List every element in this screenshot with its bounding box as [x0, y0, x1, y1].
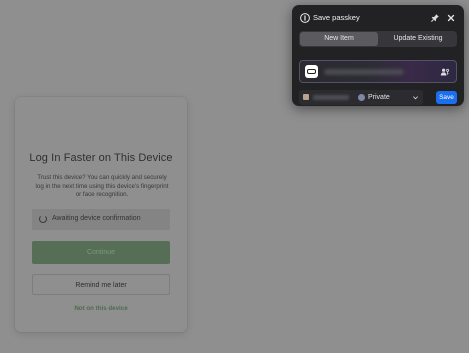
popup-title: Save passkey [313, 13, 360, 22]
passkey-item-row[interactable] [299, 60, 457, 83]
tab-new-item[interactable]: New Item [300, 32, 378, 46]
tab-update-existing[interactable]: Update Existing [379, 31, 457, 47]
vault-select[interactable]: Private [299, 90, 423, 105]
person-key-icon [440, 68, 450, 76]
continue-button[interactable]: Continue [32, 241, 170, 264]
save-passkey-popup: Save passkey New Item Update Existing Pr… [292, 5, 464, 106]
item-mode-segmented-control: New Item Update Existing [299, 31, 457, 47]
password-manager-logo-icon [300, 13, 310, 23]
redacted-account-name [313, 95, 349, 100]
chevron-down-icon [413, 96, 418, 100]
card-description: Trust this device? You can quickly and s… [35, 174, 169, 198]
remind-me-later-button[interactable]: Remind me later [32, 274, 170, 295]
card-title: Log In Faster on This Device [29, 152, 173, 164]
awaiting-status-box: Awaiting device confirmation [32, 209, 170, 230]
site-favicon-icon [305, 65, 318, 78]
spinner-icon [39, 215, 47, 223]
vault-label: Private [368, 94, 390, 101]
status-text: Awaiting device confirmation [52, 215, 141, 222]
pin-icon[interactable] [430, 13, 440, 23]
close-icon[interactable] [446, 13, 456, 23]
vault-icon [358, 94, 365, 101]
account-avatar-icon [303, 94, 309, 100]
login-card: Log In Faster on This Device Trust this … [15, 97, 187, 332]
not-on-this-device-link[interactable]: Not on this device [15, 305, 187, 312]
redacted-item-name [324, 69, 404, 75]
save-button[interactable]: Save [436, 91, 457, 104]
